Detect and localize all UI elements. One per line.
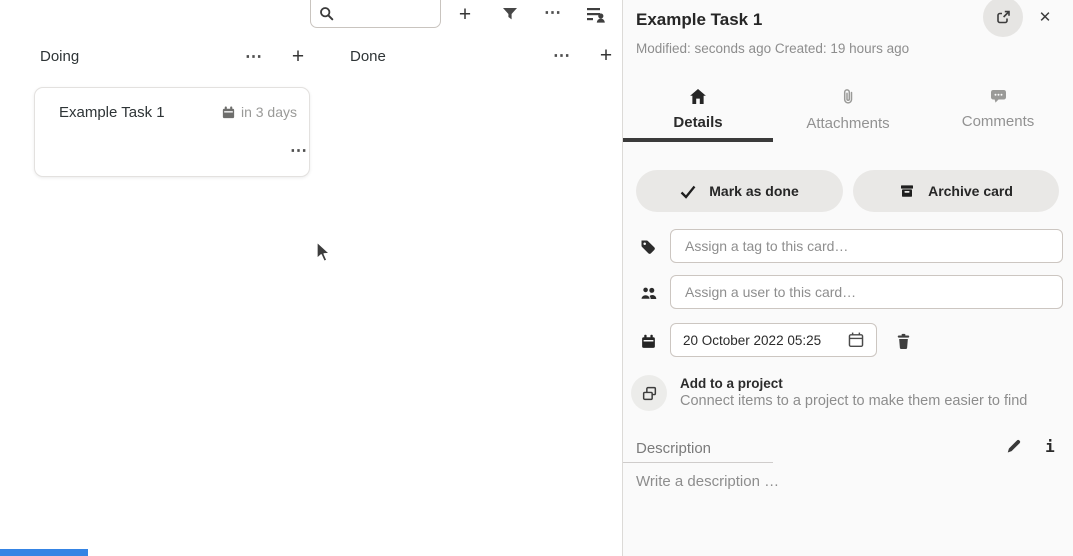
add-card-button[interactable]: +: [451, 0, 479, 28]
plus-icon: +: [459, 4, 471, 25]
archive-card-label: Archive card: [928, 183, 1013, 199]
project-icon: [631, 375, 667, 411]
assign-user-input[interactable]: [670, 275, 1063, 309]
card-due-label: in 3 days: [241, 104, 297, 120]
done-column-menu-button[interactable]: ⋯: [548, 41, 576, 69]
due-date-field[interactable]: 20 October 2022 05:25: [670, 323, 877, 357]
remove-due-date-button[interactable]: [889, 327, 917, 355]
home-icon: [689, 88, 707, 105]
tab-label: Comments: [962, 113, 1035, 130]
archive-icon: [899, 183, 915, 199]
panel-tabs: Details Attachments Comments: [623, 84, 1073, 142]
card-title: Example Task 1: [59, 104, 165, 121]
pencil-icon: [1005, 438, 1022, 455]
calendar-icon: [221, 105, 236, 120]
description-text-area[interactable]: Write a description …: [636, 473, 779, 490]
column-title-done: Done: [350, 48, 386, 65]
comment-icon: [990, 88, 1007, 104]
tag-input[interactable]: [670, 229, 1063, 263]
panel-meta: Modified: seconds ago Created: 19 hours …: [636, 41, 909, 56]
tab-attachments[interactable]: Attachments: [773, 84, 923, 142]
due-date-value: 20 October 2022 05:25: [683, 333, 821, 348]
tab-label: Attachments: [806, 115, 889, 132]
doing-add-card-button[interactable]: +: [284, 42, 312, 70]
mouse-cursor: [316, 241, 332, 263]
more-icon: ⋯: [553, 47, 571, 64]
assignee-list-icon: [587, 6, 606, 23]
open-in-window-button[interactable]: [983, 0, 1023, 37]
edit-description-button[interactable]: [1001, 435, 1025, 457]
trash-icon: [895, 333, 912, 350]
column-title-doing: Doing: [40, 48, 79, 65]
search-input[interactable]: [310, 0, 441, 28]
archive-card-button[interactable]: Archive card: [853, 170, 1059, 212]
tab-label: Details: [673, 114, 722, 131]
filter-button[interactable]: [496, 0, 524, 28]
tab-comments[interactable]: Comments: [923, 84, 1073, 142]
project-subtitle: Connect items to a project to make them …: [680, 393, 1027, 409]
open-calendar-button[interactable]: [842, 326, 870, 354]
search-icon: [319, 6, 335, 22]
more-icon: ⋯: [245, 48, 263, 65]
task-card[interactable]: Example Task 1 in 3 days ⋯: [34, 87, 310, 177]
done-add-card-button[interactable]: +: [592, 41, 620, 69]
calendar-outline-icon: [847, 331, 865, 349]
description-label: Description: [636, 440, 711, 457]
close-panel-button[interactable]: ✕: [1031, 5, 1059, 29]
description-info-button[interactable]: i: [1039, 434, 1061, 458]
accent-bar: [0, 549, 88, 556]
tab-details[interactable]: Details: [623, 84, 773, 142]
card-due-date: in 3 days: [221, 104, 297, 120]
add-to-project-button[interactable]: Add to a project Connect items to a proj…: [631, 373, 1061, 417]
mark-as-done-label: Mark as done: [709, 183, 798, 199]
project-title: Add to a project: [680, 376, 1027, 391]
card-details-panel: Example Task 1 Modified: seconds ago Cre…: [623, 0, 1073, 556]
calendar-icon: [640, 332, 658, 350]
board-menu-button[interactable]: ⋯: [539, 0, 567, 26]
plus-icon: +: [292, 46, 304, 67]
tag-icon: [640, 238, 658, 256]
card-menu-button[interactable]: ⋯: [285, 136, 313, 164]
plus-icon: +: [600, 45, 612, 66]
mark-as-done-button[interactable]: Mark as done: [636, 170, 843, 212]
more-icon: ⋯: [290, 142, 308, 159]
check-icon: [680, 184, 696, 199]
filter-icon: [502, 6, 518, 22]
panel-title: Example Task 1: [636, 10, 762, 30]
description-separator: [623, 462, 773, 463]
users-icon: [640, 284, 658, 302]
close-icon: ✕: [1039, 8, 1052, 26]
info-icon: i: [1045, 437, 1055, 456]
doing-column-menu-button[interactable]: ⋯: [240, 42, 268, 70]
more-icon: ⋯: [544, 4, 562, 21]
assignee-view-button[interactable]: [582, 0, 610, 28]
paperclip-icon: [840, 88, 856, 106]
external-link-icon: [995, 9, 1012, 26]
